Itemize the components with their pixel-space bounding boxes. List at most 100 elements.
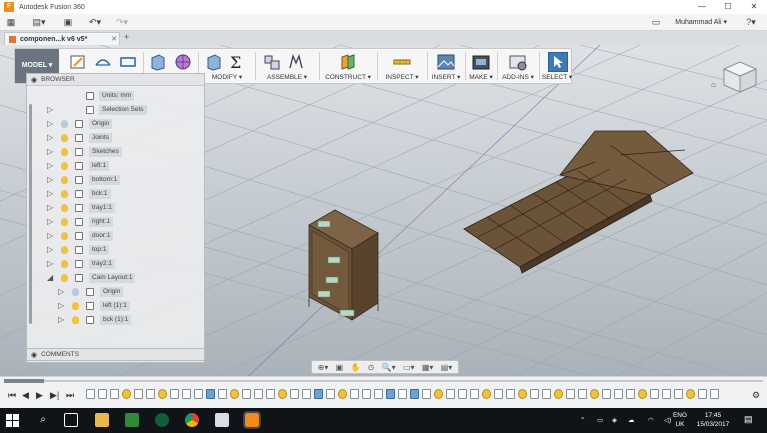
browser-item-origin[interactable]: ▷ Origin — [27, 117, 204, 131]
visibility-bulb-icon[interactable] — [61, 246, 68, 254]
timeline-feature[interactable] — [530, 389, 539, 399]
timeline-feature[interactable] — [386, 389, 395, 399]
timeline-feature[interactable] — [98, 389, 107, 399]
expand-arrow-icon[interactable]: ▷ — [47, 105, 53, 114]
make-group[interactable]: MAKE ▾ — [467, 49, 495, 83]
collapse-arrow-icon[interactable]: ◢ — [47, 273, 53, 282]
maximize-button[interactable]: ☐ — [715, 0, 741, 14]
visibility-bulb-icon[interactable] — [61, 260, 68, 268]
viewports-icon[interactable]: ▤▾ — [441, 363, 453, 372]
timeline-scroll-thumb[interactable] — [4, 379, 44, 383]
expand-arrow-icon[interactable]: ▷ — [58, 315, 64, 324]
redo-icon[interactable]: ↷▾ — [113, 16, 131, 29]
timeline-feature[interactable] — [410, 389, 419, 399]
go-to-start-icon[interactable]: ⏮ — [8, 390, 16, 401]
new-tab-icon[interactable]: + — [124, 32, 129, 42]
timeline-scrollbar[interactable] — [4, 380, 763, 382]
timeline-feature[interactable] — [218, 389, 227, 399]
visibility-bulb-icon[interactable] — [72, 316, 79, 324]
comments-panel[interactable]: ◉ COMMENTS — [26, 348, 205, 361]
notifications-icon[interactable]: ▭ — [650, 16, 662, 29]
visibility-bulb-icon[interactable] — [72, 288, 79, 296]
expand-arrow-icon[interactable]: ▷ — [58, 287, 64, 296]
onedrive-icon[interactable]: ☁ — [628, 416, 635, 425]
addins-group[interactable]: ADD-INS ▾ — [499, 49, 537, 83]
minimize-button[interactable]: — — [689, 0, 715, 14]
undo-icon[interactable]: ↶▾ — [86, 16, 104, 29]
expand-arrow-icon[interactable]: ▷ — [47, 147, 53, 156]
rectangle-icon[interactable] — [119, 53, 137, 71]
timeline-feature[interactable] — [566, 389, 575, 399]
expand-arrow-icon[interactable]: ▷ — [47, 189, 53, 198]
visibility-bulb-icon[interactable] — [61, 120, 68, 128]
browser-item-left-1[interactable]: ▷ left (1):1 — [27, 299, 204, 313]
display-settings-icon[interactable]: ▭▾ — [403, 363, 415, 372]
timeline-feature[interactable] — [86, 389, 95, 399]
clock[interactable]: 17:45 15/03/2017 — [690, 411, 736, 429]
grid-settings-icon[interactable]: ▦▾ — [422, 363, 434, 372]
expand-arrow-icon[interactable]: ▷ — [47, 217, 53, 226]
user-menu[interactable]: Muhammad Ali ▾ — [675, 14, 727, 31]
help-button[interactable]: ?▾ — [740, 16, 762, 29]
timeline-feature[interactable] — [710, 389, 719, 399]
data-panel-grid-icon[interactable]: ▦ — [4, 16, 18, 29]
timeline-feature[interactable] — [122, 389, 131, 399]
insert-group[interactable]: INSERT ▾ — [429, 49, 463, 83]
timeline-feature[interactable] — [398, 389, 407, 399]
timeline-feature[interactable] — [470, 389, 479, 399]
timeline-feature[interactable] — [158, 389, 167, 399]
expand-arrow-icon[interactable]: ▷ — [47, 133, 53, 142]
tray-overflow-icon[interactable]: ⌃ — [580, 416, 585, 425]
timeline-feature[interactable] — [650, 389, 659, 399]
timeline-feature[interactable] — [458, 389, 467, 399]
browser-item-left[interactable]: ▷ left:1 — [27, 159, 204, 173]
browser-item-tray1[interactable]: ▷ tray1:1 — [27, 201, 204, 215]
expand-arrow-icon[interactable]: ▷ — [47, 161, 53, 170]
search-icon[interactable]: ⌕ — [36, 413, 50, 427]
visibility-bulb-icon[interactable] — [72, 302, 79, 310]
play-icon[interactable]: ▶ — [36, 390, 43, 401]
excel-icon[interactable] — [125, 413, 139, 427]
file-explorer-icon[interactable] — [95, 413, 109, 427]
expand-arrow-icon[interactable]: ▷ — [47, 119, 53, 128]
timeline-feature[interactable] — [326, 389, 335, 399]
timeline-feature[interactable] — [686, 389, 695, 399]
timeline-feature[interactable] — [602, 389, 611, 399]
step-forward-icon[interactable]: ▶| — [50, 390, 59, 401]
close-button[interactable]: ✕ — [741, 0, 767, 14]
timeline-feature[interactable] — [638, 389, 647, 399]
timeline-feature[interactable] — [194, 389, 203, 399]
browser-item-bck-1[interactable]: ▷ bck (1):1 — [27, 313, 204, 327]
zoom-icon[interactable]: 🔍▾ — [382, 363, 396, 372]
timeline-feature[interactable] — [314, 389, 323, 399]
timeline-feature[interactable] — [626, 389, 635, 399]
select-group[interactable]: SELECT ▾ — [541, 49, 573, 83]
expand-arrow-icon[interactable]: ▷ — [47, 259, 53, 268]
timeline-feature[interactable] — [446, 389, 455, 399]
timeline-feature[interactable] — [590, 389, 599, 399]
timeline-feature[interactable] — [554, 389, 563, 399]
timeline-feature[interactable] — [422, 389, 431, 399]
expand-arrow-icon[interactable]: ▷ — [58, 301, 64, 310]
construct-group[interactable]: CONSTRUCT ▾ — [323, 49, 373, 83]
timeline-feature[interactable] — [434, 389, 443, 399]
app-icon[interactable] — [215, 413, 229, 427]
app-icon[interactable] — [155, 413, 169, 427]
arc-icon[interactable] — [94, 53, 112, 71]
windows-start-icon[interactable] — [6, 414, 19, 427]
visibility-bulb-icon[interactable] — [61, 176, 68, 184]
close-tab-icon[interactable]: ✕ — [109, 35, 119, 43]
timeline-feature[interactable] — [578, 389, 587, 399]
timeline-feature[interactable] — [254, 389, 263, 399]
timeline-feature[interactable] — [698, 389, 707, 399]
form-sphere-icon[interactable] — [174, 53, 192, 71]
browser-item-bck[interactable]: ▷ bck:1 — [27, 187, 204, 201]
timeline-feature[interactable] — [146, 389, 155, 399]
timeline-feature[interactable] — [674, 389, 683, 399]
expand-arrow-icon[interactable]: ▷ — [47, 203, 53, 212]
save-icon[interactable]: ▣ — [62, 16, 74, 29]
timeline-feature[interactable] — [494, 389, 503, 399]
expand-arrow-icon[interactable]: ▷ — [47, 175, 53, 184]
browser-item-cam-origin[interactable]: ▷ Origin — [27, 285, 204, 299]
timeline-feature[interactable] — [362, 389, 371, 399]
